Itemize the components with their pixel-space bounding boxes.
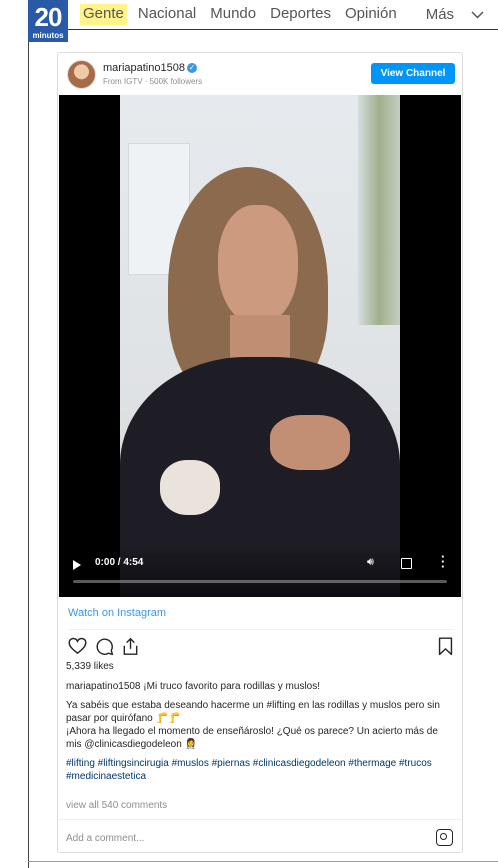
- post-caption: mariapatino1508 ¡Mi truco favorito para …: [66, 680, 454, 789]
- background-plant: [358, 95, 400, 325]
- caption-paragraph-1: Ya sabéis que estaba deseando hacerme un…: [66, 700, 440, 724]
- chevron-down-icon: [471, 10, 484, 19]
- volume-icon[interactable]: 🔊︎: [367, 556, 374, 569]
- video-frame: [120, 95, 400, 597]
- watch-on-instagram-link[interactable]: Watch on Instagram: [68, 607, 166, 619]
- like-count: 5,339 likes: [66, 661, 114, 672]
- channel-info: From IGTV · 500K followers: [103, 77, 203, 86]
- instagram-logo-icon[interactable]: [436, 829, 453, 846]
- gloved-hand: [160, 460, 220, 515]
- divider: [58, 819, 462, 820]
- header-divider: [28, 29, 498, 30]
- person-hands: [270, 415, 350, 470]
- fullscreen-icon[interactable]: [401, 558, 412, 569]
- share-icon[interactable]: [122, 637, 139, 656]
- nav-item-gente[interactable]: Gente: [80, 4, 127, 25]
- video-progress-bar[interactable]: [73, 580, 447, 583]
- nav-item-opinion[interactable]: Opinión: [342, 4, 400, 25]
- person-face: [218, 205, 298, 325]
- avatar[interactable]: [67, 60, 96, 89]
- view-channel-button[interactable]: View Channel: [371, 63, 455, 84]
- site-header: 20 minutos Gente Nacional Mundo Deportes…: [0, 0, 498, 42]
- content-border: [28, 29, 29, 868]
- verified-badge-icon: ✓: [187, 63, 197, 73]
- nav-more-button[interactable]: Más: [420, 4, 487, 25]
- video-time: 0:00 / 4:54: [95, 557, 144, 568]
- bookmark-icon[interactable]: [438, 637, 453, 656]
- view-all-comments-link[interactable]: view all 540 comments: [66, 800, 167, 811]
- nav-item-mundo[interactable]: Mundo: [207, 4, 259, 25]
- logo-word: minutos: [32, 31, 64, 40]
- video-player[interactable]: 0:00 / 4:54 🔊︎ · · ·: [59, 95, 461, 597]
- nav-item-nacional[interactable]: Nacional: [135, 4, 199, 25]
- nav-item-deportes[interactable]: Deportes: [267, 4, 334, 25]
- page-bottom-divider: [28, 861, 498, 862]
- username[interactable]: mariapatino1508: [103, 62, 185, 74]
- heart-icon[interactable]: [68, 637, 87, 655]
- play-icon[interactable]: [73, 560, 81, 570]
- logo-number: 20: [34, 2, 63, 32]
- action-bar: [68, 637, 454, 657]
- embed-header: mariapatino1508 ✓ From IGTV · 500K follo…: [58, 53, 462, 95]
- instagram-embed: mariapatino1508 ✓ From IGTV · 500K follo…: [57, 52, 463, 853]
- divider: [68, 629, 454, 630]
- nav-more-label: Más: [425, 6, 455, 23]
- caption-username[interactable]: mariapatino1508: [66, 681, 141, 692]
- comment-icon[interactable]: [95, 637, 114, 656]
- caption-paragraph-2: ¡Ahora ha llegado el momento de enseñáro…: [66, 726, 438, 750]
- caption-title: ¡Mi truco favorito para rodillas y muslo…: [143, 681, 321, 692]
- site-logo[interactable]: 20 minutos: [28, 0, 68, 42]
- video-controls: 0:00 / 4:54 🔊︎ · · ·: [59, 545, 461, 597]
- comment-input[interactable]: Add a comment...: [66, 833, 144, 844]
- more-options-icon[interactable]: · · ·: [441, 550, 445, 573]
- hashtags[interactable]: #lifting #liftingsincirugia #muslos #pie…: [66, 757, 454, 783]
- main-nav: Gente Nacional Mundo Deportes Opinión Má…: [80, 4, 495, 25]
